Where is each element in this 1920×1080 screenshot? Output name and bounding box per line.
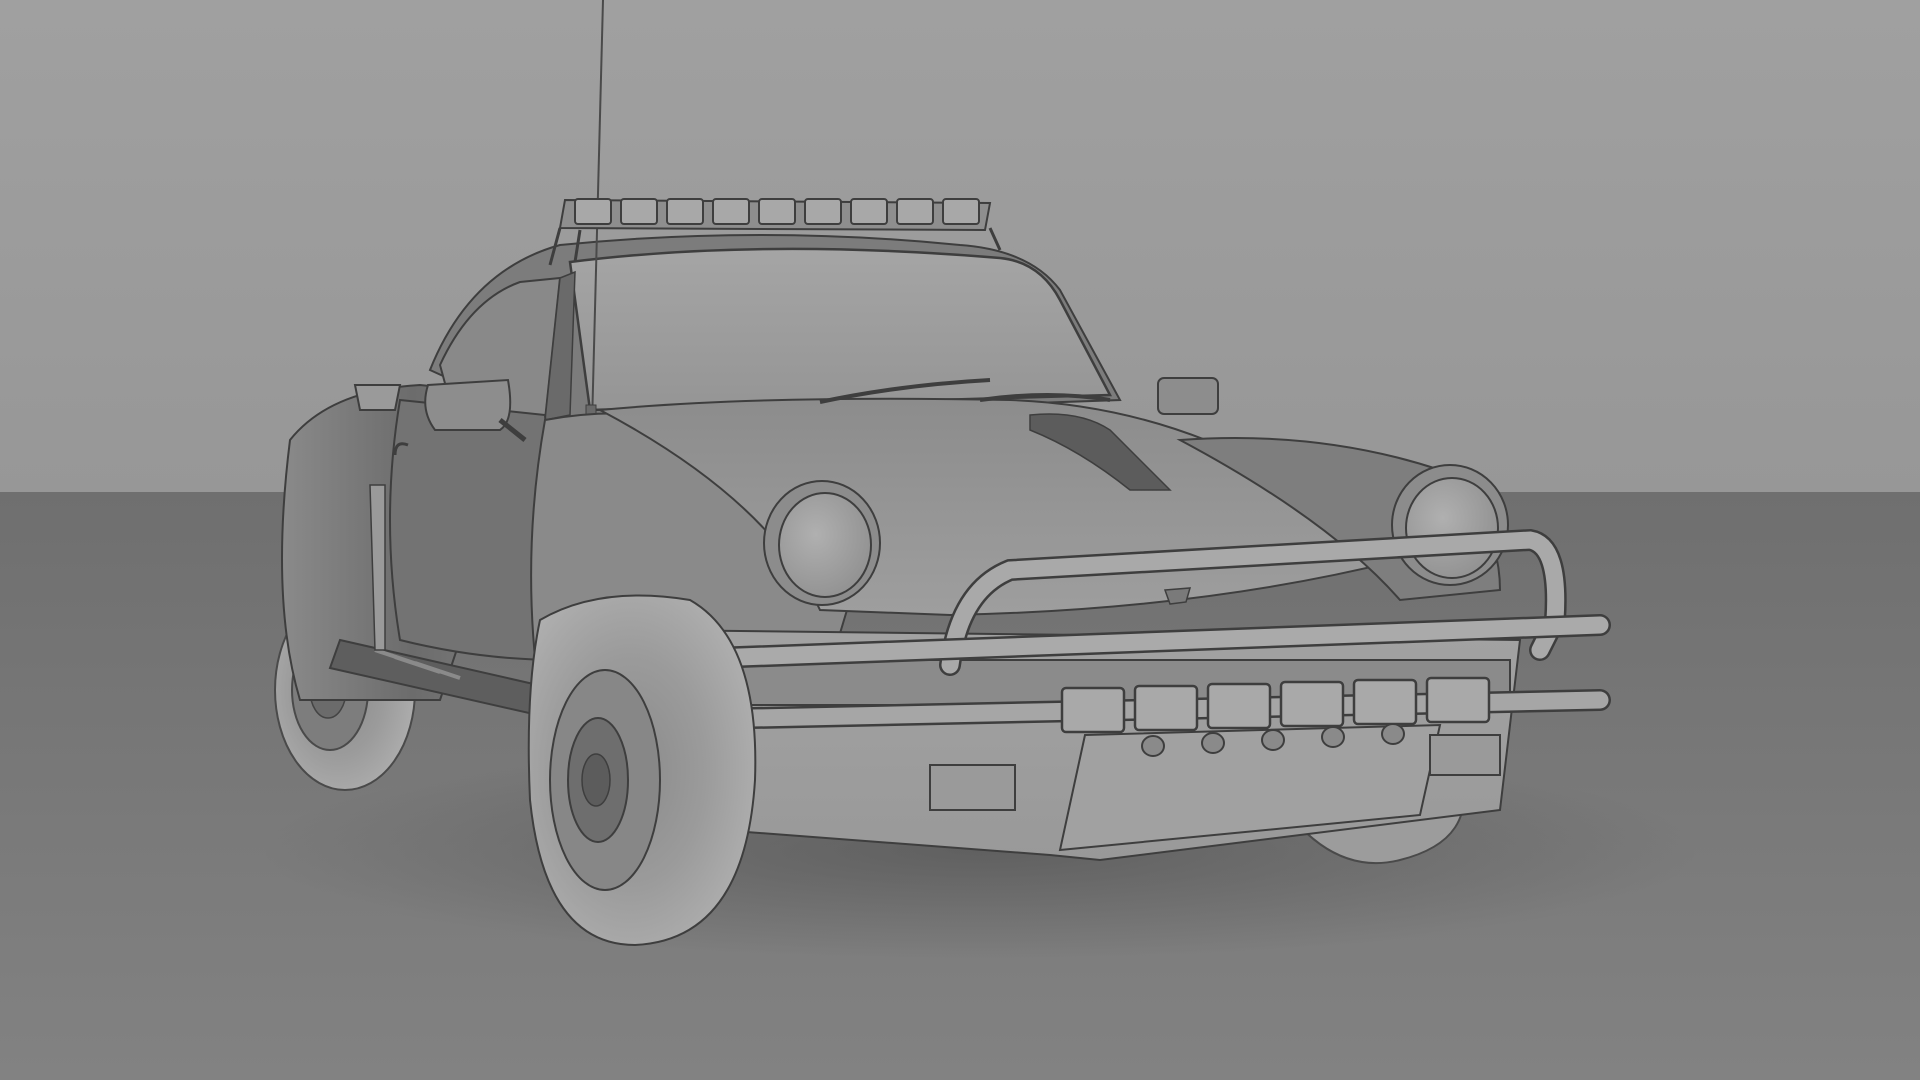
roof-lamp <box>620 198 658 225</box>
windshield <box>568 247 1113 412</box>
fog-plate-left <box>929 764 1016 811</box>
tow-hook <box>1321 726 1345 748</box>
roof-lamp <box>896 198 934 225</box>
headlight-right <box>1391 464 1509 586</box>
tow-hook <box>1201 732 1225 754</box>
tow-hook <box>1381 723 1405 745</box>
roof-lamp <box>804 198 842 225</box>
roof-lamp <box>942 198 980 225</box>
bumper-lamp <box>1133 684 1199 732</box>
headlight-left <box>763 480 881 606</box>
roof-lamp <box>712 198 750 225</box>
rear-wing-mirror <box>353 384 402 411</box>
roof-lamp <box>850 198 888 225</box>
bumper-lamp <box>1060 686 1126 734</box>
bumper-lamp <box>1206 682 1272 730</box>
side-mirror-right <box>1157 377 1219 415</box>
roof-lamp <box>666 198 704 225</box>
roof-lamp <box>574 198 612 225</box>
bumper-lamp <box>1279 680 1345 728</box>
side-mirror-left <box>424 378 527 442</box>
car-cabin <box>428 234 1122 422</box>
fog-plate-right <box>1429 734 1501 776</box>
hood-crest <box>1163 587 1192 605</box>
roof-lamp <box>758 198 796 225</box>
bumper-lamp <box>1352 678 1418 726</box>
front-left-wheel <box>527 594 757 947</box>
tow-hook <box>1141 735 1165 757</box>
tow-hook <box>1261 729 1285 751</box>
bumper-lamp <box>1425 676 1491 724</box>
render-viewport <box>0 0 1920 1080</box>
car-render-scene <box>0 0 1920 1080</box>
